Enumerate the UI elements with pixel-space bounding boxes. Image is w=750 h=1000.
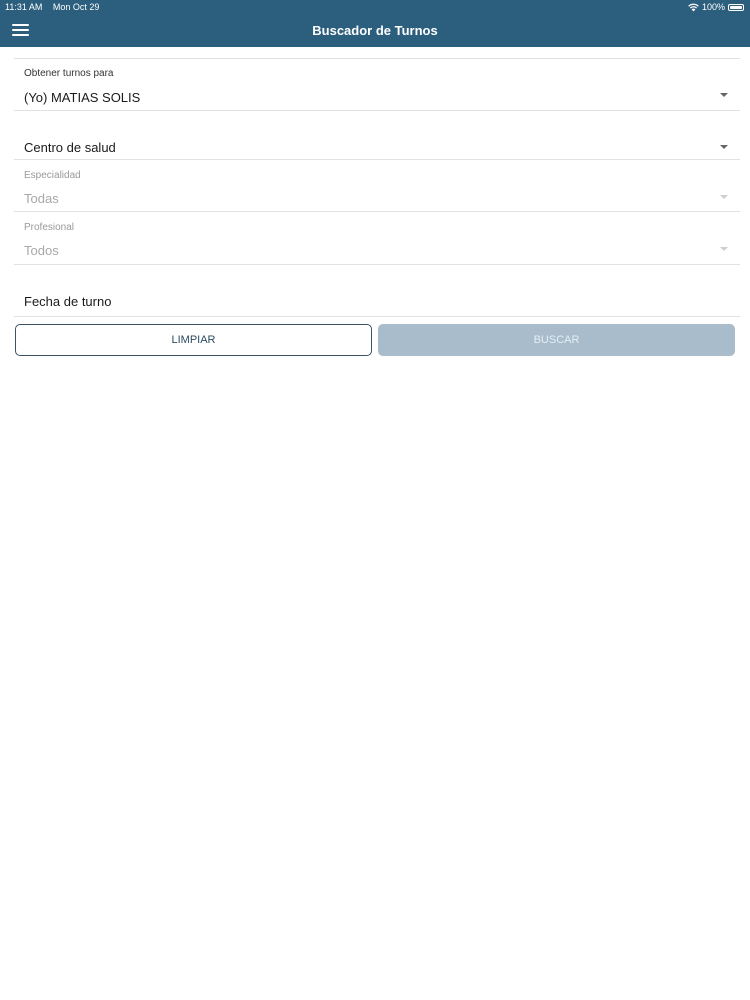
status-date: Mon Oct 29 bbox=[52, 2, 100, 12]
professional-select: Profesional Todos bbox=[14, 212, 740, 265]
status-right: 100% bbox=[688, 0, 744, 14]
patient-value: (Yo) MATIAS SOLIS bbox=[24, 90, 141, 105]
professional-label: Profesional bbox=[24, 222, 75, 233]
patient-select[interactable]: Obtener turnos para (Yo) MATIAS SOLIS bbox=[14, 60, 740, 111]
date-value: Fecha de turno bbox=[24, 294, 112, 309]
health-center-value: Centro de salud bbox=[24, 140, 116, 155]
specialty-label: Especialidad bbox=[24, 170, 81, 181]
battery-fill bbox=[730, 5, 742, 9]
wifi-icon bbox=[688, 3, 699, 11]
date-field[interactable]: Fecha de turno bbox=[14, 283, 740, 317]
specialty-select: Especialidad Todas bbox=[14, 160, 740, 212]
battery-icon bbox=[728, 3, 744, 11]
search-button[interactable]: BUSCAR bbox=[378, 324, 735, 356]
divider bbox=[14, 58, 740, 59]
professional-value: Todos bbox=[24, 243, 59, 258]
chevron-down-icon bbox=[720, 195, 728, 199]
chevron-down-icon bbox=[720, 145, 728, 149]
specialty-value: Todas bbox=[24, 191, 59, 206]
chevron-down-icon bbox=[720, 93, 728, 97]
clear-button[interactable]: LIMPIAR bbox=[15, 324, 372, 356]
page-title: Buscador de Turnos bbox=[312, 23, 438, 38]
chevron-down-icon bbox=[720, 247, 728, 251]
app-root: 11:31 AM Mon Oct 29 100% Buscador de Tur… bbox=[0, 0, 750, 1000]
battery-percent: 100% bbox=[701, 2, 725, 12]
nav-bar: Buscador de Turnos bbox=[0, 14, 750, 47]
status-bar: 11:31 AM Mon Oct 29 100% bbox=[0, 0, 750, 14]
status-time: 11:31 AM bbox=[5, 2, 43, 12]
patient-label: Obtener turnos para bbox=[24, 68, 114, 79]
status-left: 11:31 AM Mon Oct 29 bbox=[5, 0, 99, 14]
health-center-select[interactable]: Centro de salud bbox=[14, 127, 740, 160]
